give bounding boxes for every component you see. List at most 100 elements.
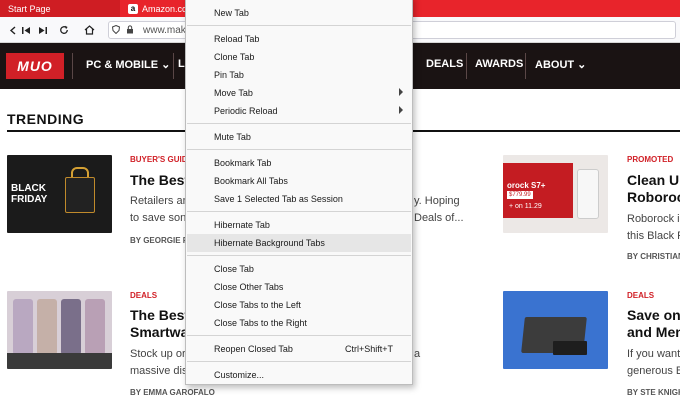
menu-item-label: Bookmark All Tabs [214, 176, 288, 186]
article-headline[interactable]: Save on [627, 307, 680, 323]
nav-item-partial[interactable]: L [178, 58, 185, 70]
article-excerpt-tail: y. Hoping [414, 195, 460, 207]
article-byline[interactable]: BY CHRISTIAN [627, 252, 680, 261]
article-thumbnail-roborock[interactable]: orock S7+ $779.99 + on 11.29 [503, 155, 608, 233]
menu-item-label: Bookmark Tab [214, 158, 272, 168]
amazon-favicon-icon: a [128, 3, 138, 14]
site-logo[interactable]: MUO [6, 53, 64, 79]
thumb-text: orock S7+ [507, 181, 546, 190]
menu-separator [187, 211, 411, 212]
article-excerpt: Roborock is [627, 213, 680, 225]
article-excerpt-tail: Deals of... [414, 212, 464, 224]
home-icon[interactable] [81, 21, 97, 39]
article-excerpt: massive dis [130, 365, 188, 377]
menu-item-clone-tab[interactable]: Clone Tab [187, 48, 411, 66]
menu-item-label: Save 1 Selected Tab as Session [214, 194, 343, 204]
article-excerpt: Retailers an [130, 195, 189, 207]
menu-item-label: Hibernate Background Tabs [214, 238, 325, 248]
article-headline[interactable]: The Best [130, 307, 189, 323]
menu-item-close-tab[interactable]: Close Tab [187, 260, 411, 278]
article-excerpt: If you want [627, 348, 680, 360]
article-excerpt: to save son [130, 212, 187, 224]
article-thumbnail-ssd[interactable] [503, 291, 608, 369]
menu-item-reopen-closed-tab[interactable]: Reopen Closed Tab Ctrl+Shift+T [187, 340, 411, 358]
nav-about[interactable]: ABOUT ⌄ [535, 58, 586, 71]
browser-window: Start Page a Amazon.co www.mak MUO PC & … [0, 0, 680, 405]
menu-item-label: Close Other Tabs [214, 282, 284, 292]
menu-item-periodic-reload[interactable]: Periodic Reload [187, 102, 411, 120]
phone-image [85, 299, 105, 355]
menu-item-label: Customize... [214, 370, 265, 380]
article-headline[interactable]: The Best [130, 172, 189, 188]
phone-image [13, 299, 33, 355]
thumb-text: FRIDAY [11, 194, 48, 205]
article-headline-line2[interactable]: Smartwa [130, 324, 188, 340]
menu-item-new-tab[interactable]: New Tab [187, 4, 411, 22]
reload-icon[interactable] [56, 21, 72, 39]
nav-deals[interactable]: DEALS [426, 58, 463, 70]
menu-separator [187, 25, 411, 26]
menu-item-bookmark-all-tabs[interactable]: Bookmark All Tabs [187, 172, 411, 190]
article-headline[interactable]: Clean Up [627, 172, 680, 188]
ssd-image [553, 341, 587, 355]
menu-item-label: Periodic Reload [214, 106, 278, 116]
menu-item-pin-tab[interactable]: Pin Tab [187, 66, 411, 84]
rewind-icon[interactable] [18, 21, 34, 39]
menu-item-label: Close Tab [214, 264, 254, 274]
menu-item-reload-tab[interactable]: Reload Tab [187, 30, 411, 48]
menu-item-save-session[interactable]: Save 1 Selected Tab as Session [187, 190, 411, 208]
article-category[interactable]: DEALS [627, 291, 654, 300]
phone-image [37, 299, 57, 355]
menu-item-shortcut: Ctrl+Shift+T [344, 344, 393, 354]
article-excerpt: generous B [627, 365, 680, 377]
menu-item-mute-tab[interactable]: Mute Tab [187, 128, 411, 146]
shield-icon [109, 24, 123, 36]
menu-separator [187, 255, 411, 256]
article-byline[interactable]: BY EMMA GAROFALO [130, 388, 215, 397]
menu-separator [187, 335, 411, 336]
article-byline[interactable]: BY STE KNIGHT [627, 388, 680, 397]
tab-start-page[interactable]: Start Page [0, 0, 120, 17]
article-category[interactable]: PROMOTED [627, 155, 673, 164]
tab-label: Amazon.co [142, 3, 188, 14]
tab-context-menu: New Tab Reload Tab Clone Tab Pin Tab Mov… [185, 0, 413, 385]
nav-awards[interactable]: AWARDS [475, 58, 523, 70]
nav-pc-mobile[interactable]: PC & MOBILE ⌄ [86, 58, 170, 71]
article-category[interactable]: BUYER'S GUIDE [130, 155, 193, 164]
nav-divider [466, 53, 467, 79]
menu-item-close-tabs-left[interactable]: Close Tabs to the Left [187, 296, 411, 314]
article-headline-line2[interactable]: and Men [627, 324, 680, 340]
menu-item-label: Close Tabs to the Left [214, 300, 301, 310]
submenu-arrow-icon [399, 88, 403, 96]
fast-forward-icon[interactable] [35, 21, 51, 39]
section-title: TRENDING [7, 111, 85, 127]
nav-divider [173, 53, 174, 79]
article-category[interactable]: DEALS [130, 291, 157, 300]
menu-item-bookmark-tab[interactable]: Bookmark Tab [187, 154, 411, 172]
phone-image [61, 299, 81, 355]
menu-item-label: Clone Tab [214, 52, 255, 62]
tab-label: Start Page [8, 3, 51, 14]
menu-item-hibernate-background-tabs[interactable]: Hibernate Background Tabs [187, 234, 411, 252]
menu-item-label: Pin Tab [214, 70, 244, 80]
menu-item-customize[interactable]: Customize... [187, 366, 411, 384]
article-thumbnail-smartwatches[interactable] [7, 291, 112, 369]
menu-separator [187, 361, 411, 362]
article-excerpt-tail: a [414, 348, 421, 360]
article-excerpt: this Black F [627, 230, 680, 242]
menu-item-hibernate-tab[interactable]: Hibernate Tab [187, 216, 411, 234]
robot-dock-image [577, 169, 599, 219]
tab-amazon[interactable]: a Amazon.co [122, 0, 188, 17]
menu-item-close-other-tabs[interactable]: Close Other Tabs [187, 278, 411, 296]
article-byline[interactable]: BY GEORGIE P [130, 236, 188, 245]
menu-item-close-tabs-right[interactable]: Close Tabs to the Right [187, 314, 411, 332]
article-headline-line2[interactable]: Roboroc [627, 189, 680, 205]
thumb-text: + on 11.29 [509, 203, 542, 210]
thumb-text: BLACK [11, 183, 46, 194]
article-thumbnail-black-friday[interactable]: BLACK FRIDAY [7, 155, 112, 233]
menu-item-label: Move Tab [214, 88, 253, 98]
nav-divider [72, 53, 73, 79]
lock-icon [123, 24, 137, 36]
menu-separator [187, 149, 411, 150]
menu-item-move-tab[interactable]: Move Tab [187, 84, 411, 102]
